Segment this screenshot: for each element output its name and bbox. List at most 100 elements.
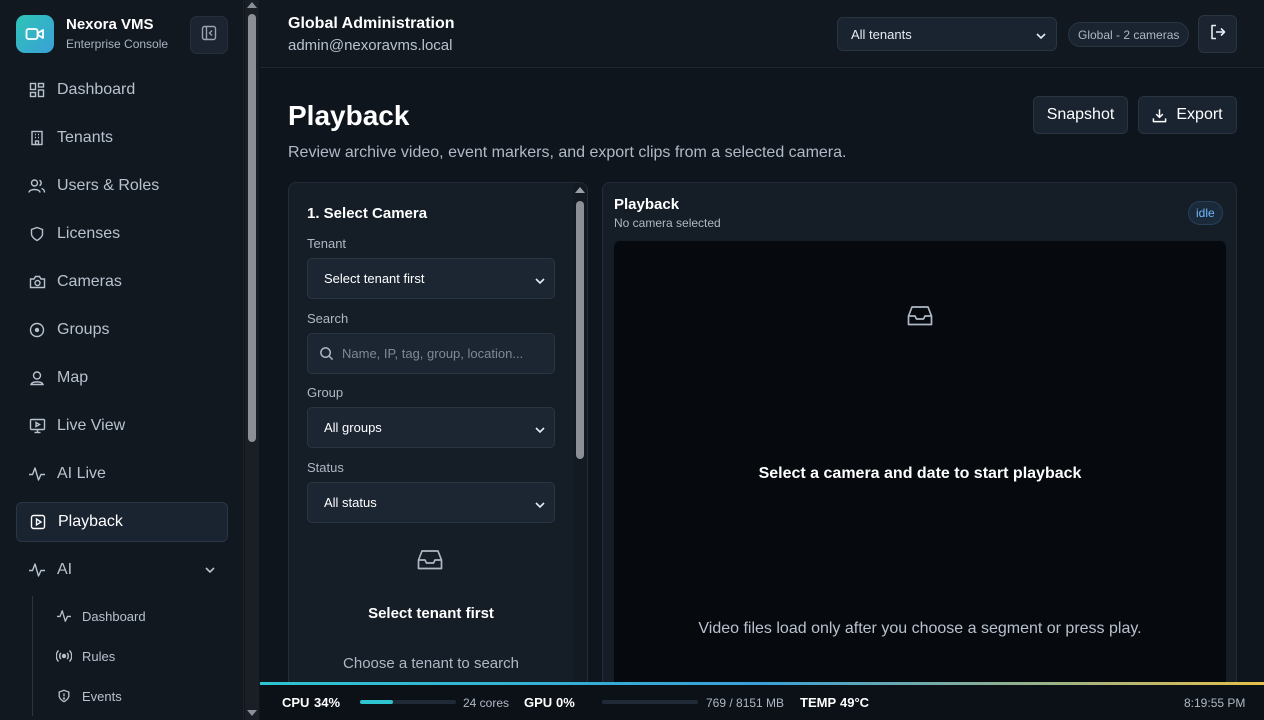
- gpu-label: GPU: [524, 695, 553, 710]
- subnav-item-rules[interactable]: Rules: [33, 636, 228, 676]
- subnav-item-dashboard[interactable]: Dashboard: [33, 596, 228, 636]
- export-label: Export: [1176, 106, 1223, 123]
- nav-item-ai-live[interactable]: AI Live: [16, 454, 228, 494]
- search-icon: [319, 346, 334, 364]
- nav-item-cameras[interactable]: Cameras: [16, 262, 228, 302]
- activity-icon: [56, 608, 72, 624]
- nav-item-licenses[interactable]: Licenses: [16, 214, 228, 254]
- video-player[interactable]: Select a camera and date to start playba…: [614, 241, 1226, 701]
- nav-item-map[interactable]: Map: [16, 358, 228, 398]
- playback-panel: Playback No camera selected idle Select …: [602, 182, 1237, 702]
- header-user-email: admin@nexoravms.local: [288, 37, 453, 54]
- nav-item-dashboard[interactable]: Dashboard: [16, 70, 228, 110]
- subnav-label: Dashboard: [82, 608, 146, 624]
- video-empty-message: Select a camera and date to start playba…: [758, 465, 1082, 482]
- status-select-value: All status: [324, 495, 377, 510]
- dashboard-icon: [28, 81, 46, 99]
- nav-label: Cameras: [57, 273, 122, 290]
- brand-name: Nexora VMS: [66, 16, 154, 33]
- nav-item-playback[interactable]: Playback: [16, 502, 228, 542]
- nav-label: AI Live: [57, 465, 106, 482]
- subnav-label: Events: [82, 688, 122, 704]
- nav-label: Map: [57, 369, 89, 386]
- activity-icon: [28, 561, 46, 579]
- main-nav: Dashboard Tenants Users & Roles Licenses…: [16, 70, 228, 598]
- chevron-down-icon: [534, 273, 546, 288]
- tenant-scope-value: All tenants: [851, 26, 912, 42]
- ai-subnav: Dashboard Rules Events: [32, 596, 228, 716]
- search-label: Search: [307, 311, 349, 326]
- download-icon: [1152, 108, 1167, 123]
- playback-status-badge: idle: [1188, 201, 1223, 225]
- scroll-up-arrow-icon[interactable]: [247, 2, 257, 8]
- sidebar: Nexora VMS Enterprise Console Dashboard …: [0, 0, 244, 720]
- status-label: Status: [307, 460, 344, 475]
- cpu-usage-bar: [360, 700, 456, 704]
- group-select[interactable]: All groups: [307, 407, 555, 448]
- status-bar-accent-line: [260, 682, 1264, 685]
- export-button[interactable]: Export: [1138, 96, 1237, 134]
- logout-icon: [1209, 23, 1227, 46]
- page-description: Review archive video, event markers, and…: [288, 144, 847, 161]
- nav-label: Users & Roles: [57, 177, 160, 194]
- shield-icon: [28, 225, 46, 243]
- nav-item-tenants[interactable]: Tenants: [16, 118, 228, 158]
- scope-badge: Global - 2 cameras: [1068, 22, 1190, 47]
- nav-item-users-roles[interactable]: Users & Roles: [16, 166, 228, 206]
- system-status-bar: CPU 34% 24 cores GPU 0% 769 / 8151 MB TE…: [260, 682, 1264, 720]
- nav-item-live-view[interactable]: Live View: [16, 406, 228, 446]
- nav-label: Tenants: [57, 129, 114, 146]
- chevron-down-icon: [534, 422, 546, 437]
- tenant-scope-select[interactable]: All tenants: [837, 17, 1057, 51]
- inbox-icon: [417, 549, 443, 576]
- map-pin-icon: [28, 369, 46, 387]
- camera-panel-title: 1. Select Camera: [307, 205, 428, 222]
- memory-usage: 769 / 8151 MB: [706, 696, 785, 710]
- gpu-value: 0%: [556, 695, 575, 710]
- scroll-up-arrow-icon[interactable]: [575, 187, 585, 193]
- gpu-usage-bar: [602, 700, 698, 704]
- chevron-down-icon: [534, 497, 546, 512]
- playback-camera-subtitle: No camera selected: [614, 216, 721, 230]
- clock: 8:19:55 PM: [1184, 696, 1246, 710]
- brand-subtitle: Enterprise Console: [66, 37, 169, 51]
- tenant-select-value: Select tenant first: [324, 271, 425, 286]
- video-load-note: Video files load only after you choose a…: [698, 620, 1142, 637]
- chevron-down-icon: [1035, 28, 1047, 43]
- cpu-label: CPU: [282, 695, 310, 710]
- header-title: Global Administration: [288, 15, 455, 32]
- nav-label: Groups: [57, 321, 110, 338]
- snapshot-button[interactable]: Snapshot: [1033, 96, 1128, 134]
- scroll-down-arrow-icon[interactable]: [247, 710, 257, 716]
- subnav-item-events[interactable]: Events: [33, 676, 228, 716]
- cpu-value: 34%: [314, 695, 341, 710]
- collapse-sidebar-button[interactable]: [190, 16, 228, 54]
- activity-icon: [28, 465, 46, 483]
- nav-label: Dashboard: [57, 81, 136, 98]
- users-icon: [28, 177, 46, 195]
- subnav-label: Rules: [82, 648, 116, 664]
- sidebar-collapse-icon: [201, 25, 217, 46]
- building-icon: [28, 129, 46, 147]
- monitor-icon: [28, 417, 46, 435]
- cpu-cores: 24 cores: [463, 696, 510, 710]
- nav-item-ai[interactable]: AI: [16, 550, 228, 590]
- temp-label: TEMP: [800, 695, 837, 710]
- play-square-icon: [29, 513, 47, 531]
- video-camera-logo-icon: [16, 15, 54, 53]
- group-select-value: All groups: [324, 420, 382, 435]
- camera-search-input[interactable]: Name, IP, tag, group, location...: [307, 333, 555, 374]
- cpu-usage-fill: [360, 700, 393, 704]
- tenant-select[interactable]: Select tenant first: [307, 258, 555, 299]
- nav-label: Licenses: [57, 225, 121, 242]
- top-header: Global Administration admin@nexoravms.lo…: [260, 0, 1264, 68]
- temp-value: 49°C: [840, 695, 870, 710]
- target-icon: [28, 321, 46, 339]
- status-select[interactable]: All status: [307, 482, 555, 523]
- camera-panel-scrollbar-thumb[interactable]: [576, 201, 584, 459]
- broadcast-icon: [56, 648, 72, 664]
- sidebar-scrollbar-thumb[interactable]: [248, 14, 256, 442]
- logout-button[interactable]: [1198, 15, 1237, 53]
- group-label: Group: [307, 385, 344, 400]
- nav-item-groups[interactable]: Groups: [16, 310, 228, 350]
